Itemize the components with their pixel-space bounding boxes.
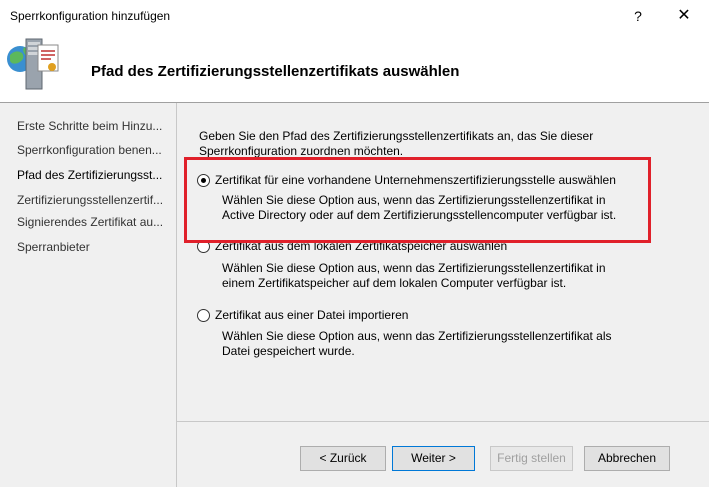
next-button[interactable]: Weiter > bbox=[392, 446, 475, 471]
sidebar-item-ca-certificate-path[interactable]: Pfad des Zertifizierungsst... bbox=[17, 168, 167, 182]
wizard-steps-sidebar: Erste Schritte beim Hinzu... Sperrkonfig… bbox=[0, 103, 176, 491]
bottom-edge bbox=[0, 487, 709, 491]
sidebar-item-ca-certificate[interactable]: Zertifizierungsstellenzertif... bbox=[17, 193, 167, 207]
server-certificate-icon bbox=[4, 33, 64, 93]
page-title: Pfad des Zertifizierungsstellenzertifika… bbox=[91, 63, 460, 80]
option-import-file-label[interactable]: Zertifikat aus einer Datei importieren bbox=[215, 308, 408, 322]
option-local-store-description: Wählen Sie diese Option aus, wenn das Ze… bbox=[222, 261, 606, 290]
title-bar: Sperrkonfiguration hinzufügen ? ✕ bbox=[0, 0, 709, 31]
radio-import-file[interactable] bbox=[197, 309, 210, 322]
sidebar-item-getting-started[interactable]: Erste Schritte beim Hinzu... bbox=[17, 119, 167, 133]
wizard-header: Pfad des Zertifizierungsstellenzertifika… bbox=[0, 31, 709, 101]
cancel-button[interactable]: Abbrechen bbox=[584, 446, 670, 471]
help-button[interactable]: ? bbox=[628, 6, 648, 26]
intro-text: Geben Sie den Pfad des Zertifizierungsst… bbox=[199, 129, 594, 158]
option-import-file-description: Wählen Sie diese Option aus, wenn das Ze… bbox=[222, 329, 612, 358]
sidebar-item-revocation-provider[interactable]: Sperranbieter bbox=[17, 240, 167, 254]
window-title: Sperrkonfiguration hinzufügen bbox=[10, 9, 171, 23]
highlight-annotation-box bbox=[184, 157, 651, 243]
finish-button[interactable]: Fertig stellen bbox=[490, 446, 573, 471]
sidebar-item-signing-certificate[interactable]: Signierendes Zertifikat au... bbox=[17, 215, 167, 229]
sidebar-item-name-configuration[interactable]: Sperrkonfiguration benen... bbox=[17, 143, 167, 157]
close-button[interactable]: ✕ bbox=[672, 5, 696, 27]
back-button[interactable]: < Zurück bbox=[300, 446, 386, 471]
